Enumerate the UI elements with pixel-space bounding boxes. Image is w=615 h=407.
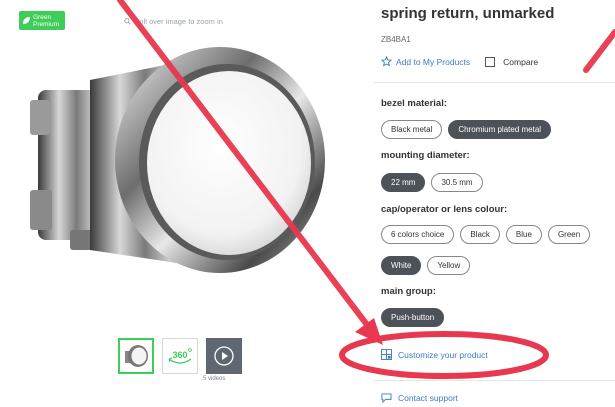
product-actions: Add to My Products Compare (381, 56, 538, 67)
product-image[interactable] (30, 40, 330, 280)
thumbnail-strip: 360 (118, 338, 242, 374)
customize-product-link[interactable]: Customize your product (381, 349, 488, 360)
chip-yellow[interactable]: Yellow (427, 256, 471, 275)
contact-support-link[interactable]: Contact support (381, 393, 458, 403)
chip-white[interactable]: White (381, 256, 422, 275)
bezel-material-label: bezel material: (381, 98, 447, 109)
customize-grid-icon (381, 349, 392, 360)
compare-checkbox[interactable]: Compare (485, 56, 539, 67)
magnifier-icon (124, 18, 131, 25)
divider (373, 380, 615, 381)
badge-line-1: Green (33, 13, 52, 21)
colour-options-row-2: White Yellow (381, 256, 471, 275)
product-page: Green Premium Roll over image to zoom in (0, 0, 615, 407)
main-group-options: Push-button (381, 308, 445, 327)
chip-black[interactable]: Black (460, 225, 500, 244)
customize-product-label: Customize your product (398, 349, 488, 360)
chip-22mm[interactable]: 22 mm (381, 173, 426, 192)
rotate-360-label: 360 (172, 350, 187, 360)
add-to-my-products-label: Add to My Products (396, 56, 471, 67)
divider (373, 82, 615, 83)
push-button-thumb-icon (125, 345, 148, 367)
annotation-stroke-right (583, 29, 615, 73)
mounting-diameter-options: 22 mm 30.5 mm (381, 173, 483, 192)
thumbnail-360[interactable]: 360 (162, 338, 198, 374)
colour-label: cap/operator or lens colour: (381, 204, 508, 215)
chip-6-colors-choice[interactable]: 6 colors choice (381, 225, 455, 244)
star-icon (381, 56, 392, 67)
bezel-material-options: Black metal Chromium plated metal (381, 120, 552, 139)
contact-support-label: Contact support (398, 393, 459, 403)
product-sku: ZB4BA1 (381, 35, 411, 44)
chip-push-button[interactable]: Push-button (381, 308, 445, 327)
zoom-hint-text: Roll over image to zoom in (134, 17, 223, 26)
videos-count: 5 videos (203, 376, 226, 382)
product-title: spring return, unmarked (381, 5, 555, 22)
main-group-label: main group: (381, 286, 436, 297)
badge-line-2: Premium (33, 20, 60, 28)
colour-options-row-1: 6 colors choice Black Blue Green (381, 225, 591, 244)
chip-black-metal[interactable]: Black metal (381, 120, 443, 139)
rotate-360-icon: 360 (168, 348, 192, 364)
annotation-arrowhead (355, 318, 383, 345)
chip-chromium-plated-metal[interactable]: Chromium plated metal (448, 120, 552, 139)
compare-label: Compare (503, 56, 539, 67)
compare-checkbox-box[interactable] (485, 56, 496, 67)
play-icon (214, 346, 234, 366)
green-premium-badge: Green Premium (19, 11, 65, 30)
mounting-diameter-label: mounting diameter: (381, 150, 470, 161)
chat-icon (381, 393, 392, 403)
add-to-my-products-link[interactable]: Add to My Products (381, 56, 470, 67)
chip-green[interactable]: Green (547, 225, 591, 244)
chip-blue[interactable]: Blue (505, 225, 542, 244)
zoom-hint: Roll over image to zoom in (124, 17, 223, 26)
thumbnail-videos[interactable] (206, 338, 242, 374)
thumbnail-product[interactable] (118, 338, 154, 374)
leaf-icon (22, 16, 31, 25)
chip-30-5mm[interactable]: 30.5 mm (431, 173, 483, 192)
